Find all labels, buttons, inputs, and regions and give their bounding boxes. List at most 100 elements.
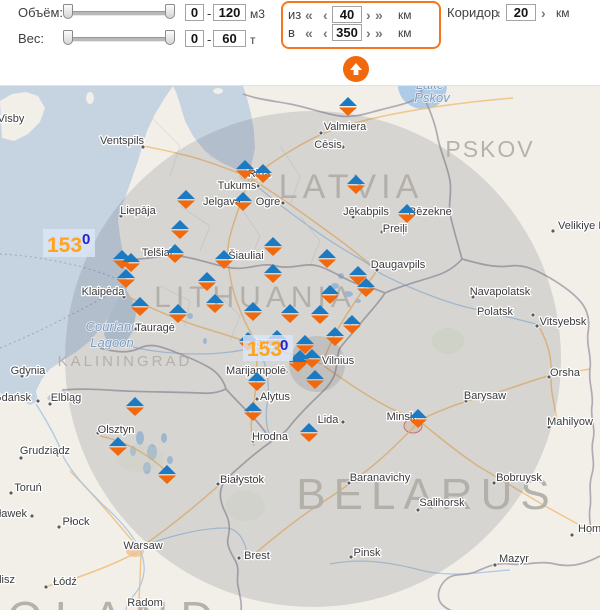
corridor-input[interactable]: [506, 4, 536, 21]
city-label: Homyel: [578, 523, 600, 535]
city-label: Baranavichy: [350, 472, 411, 484]
corridor-increase-button[interactable]: ›: [541, 6, 546, 20]
city-label: Jēkabpils: [343, 206, 389, 218]
city-label: Polatsk: [477, 306, 514, 318]
weight-range-dash: -: [207, 32, 211, 47]
city-dot: [341, 420, 345, 424]
weight-slider-handle-max[interactable]: [165, 30, 175, 45]
volume-unit: м3: [250, 7, 265, 21]
weight-label: Вес:: [18, 31, 44, 46]
radius-from-decrease-large-button[interactable]: «: [305, 8, 313, 22]
radius-to-increase-button[interactable]: ›: [366, 26, 371, 40]
city-dot: [9, 491, 13, 495]
weight-max-input[interactable]: [213, 30, 246, 47]
city-label: Tauragė: [135, 322, 175, 334]
city-label: Mahilyow: [547, 416, 593, 428]
radius-to-input[interactable]: [332, 24, 362, 41]
radius-from-unit: км: [398, 8, 412, 22]
city-label: Šiauliai: [228, 249, 263, 262]
city-label: Ogre: [256, 196, 280, 208]
city-dot: [44, 585, 48, 589]
weight-unit: т: [250, 33, 256, 47]
corridor-decrease-button[interactable]: ‹: [496, 6, 501, 20]
region-label: KALININGRAD: [58, 353, 193, 370]
radius-from-decrease-button[interactable]: ‹: [323, 8, 328, 22]
radius-to-increase-large-button[interactable]: »: [375, 26, 383, 40]
city-label: Łódź: [53, 576, 77, 588]
city-label: Visby: [0, 113, 25, 125]
small-island: [213, 88, 223, 94]
city-dot: [57, 525, 61, 529]
map-canvas[interactable]: LATVIALITHUANIABELARUSPSKOVKALININGRADPO…: [0, 85, 600, 610]
water-label: Pskov: [414, 90, 451, 105]
city-label: Hrodna: [252, 431, 289, 443]
weight-slider-track[interactable]: [66, 37, 172, 42]
up-arrow-icon: [349, 62, 363, 76]
city-dot: [349, 555, 353, 559]
volume-slider-handle-min[interactable]: [63, 4, 73, 19]
city-label: Ventspils: [100, 135, 145, 147]
radius-to-decrease-button[interactable]: ‹: [323, 26, 328, 40]
city-dot: [493, 563, 497, 567]
city-label: Bobruysk: [496, 472, 542, 484]
city-label: Radom: [127, 597, 162, 609]
weight-min-input[interactable]: [185, 30, 204, 47]
radius-from-label: из: [288, 7, 301, 22]
city-label: Lida: [318, 414, 340, 426]
city-label: Preiļi: [383, 223, 407, 235]
city-label: Białystok: [220, 474, 265, 486]
city-dot: [237, 556, 241, 560]
city-dot: [570, 533, 574, 537]
city-label: Gdańsk: [0, 392, 31, 404]
apply-filters-button[interactable]: [343, 56, 369, 82]
corridor-label: Коридор: [447, 5, 498, 20]
radius-from-increase-button[interactable]: ›: [366, 8, 371, 22]
city-label: Alytus: [260, 391, 290, 403]
city-dot: [36, 399, 40, 403]
city-label: Velikiye Luki: [558, 220, 600, 232]
city-dot: [535, 324, 539, 328]
city-dot: [551, 229, 555, 233]
city-label: Kalisz: [0, 574, 15, 586]
weight-slider-handle-min[interactable]: [63, 30, 73, 45]
radius-from-input[interactable]: [332, 6, 362, 23]
volume-slider-track[interactable]: [66, 11, 172, 16]
weight-slider[interactable]: [63, 30, 175, 48]
volume-slider[interactable]: [63, 4, 175, 22]
badge-count: 153: [247, 338, 282, 361]
city-label: Warsaw: [123, 540, 162, 552]
filter-toolbar: Объём: - м3 Вес: - т из « ‹ › » км в « ‹…: [0, 0, 600, 85]
city-label: Tukums: [218, 180, 257, 192]
radius-to-label: в: [288, 25, 295, 40]
city-label: Brest: [244, 550, 270, 562]
city-label: Valmiera: [324, 121, 367, 133]
cluster-badge[interactable]: 1530: [243, 335, 293, 361]
volume-slider-handle-max[interactable]: [165, 4, 175, 19]
city-label: Elbląg: [51, 392, 82, 404]
water-label: Courland: [86, 319, 140, 334]
city-dot: [255, 397, 259, 401]
city-dot: [281, 201, 285, 205]
city-label: Liepāja: [120, 205, 156, 217]
volume-label: Объём:: [18, 5, 63, 20]
volume-min-input[interactable]: [185, 4, 204, 21]
city-label: Płock: [63, 516, 90, 528]
city-label: Włocławek: [0, 508, 27, 520]
city-label: Gdynia: [11, 365, 47, 377]
city-label: Grudziądz: [20, 445, 70, 457]
radius-from-increase-large-button[interactable]: »: [375, 8, 383, 22]
water-label: Lagoon: [90, 335, 133, 350]
city-label: Mazyr: [499, 553, 529, 565]
city-label: Pinsk: [354, 547, 381, 559]
city-label: Salihorsk: [419, 497, 465, 509]
cluster-badge[interactable]: 1530: [43, 229, 95, 257]
badge-count: 153: [47, 234, 82, 257]
volume-max-input[interactable]: [213, 4, 246, 21]
city-label: Orsha: [550, 367, 581, 379]
small-island: [86, 92, 94, 104]
volume-range-dash: -: [207, 6, 211, 21]
city-label: Olsztyn: [98, 424, 135, 436]
radius-to-decrease-large-button[interactable]: «: [305, 26, 313, 40]
city-label: Navapolatsk: [470, 286, 531, 298]
radius-to-unit: км: [398, 26, 412, 40]
